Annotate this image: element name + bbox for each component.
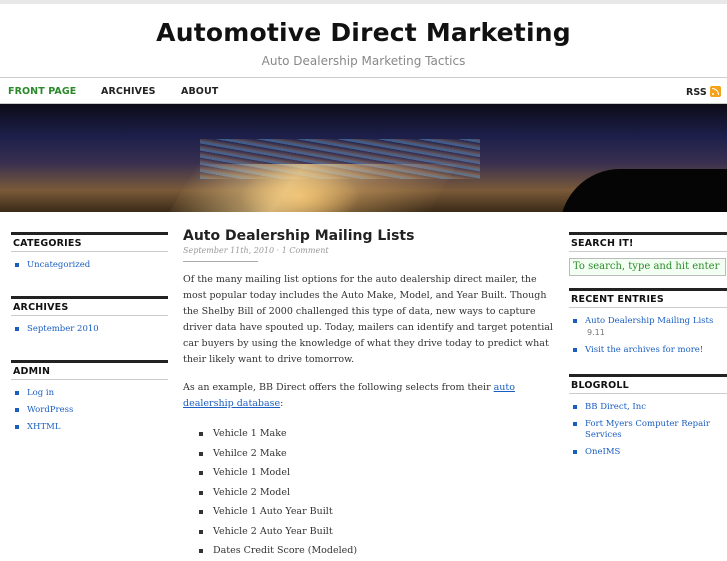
admin-login-link[interactable]: Log in: [11, 386, 168, 403]
rss-icon: [709, 86, 721, 97]
post-comments-link[interactable]: 1 Comment: [282, 246, 329, 255]
top-border: [0, 0, 727, 4]
widget-title: RECENT ENTRIES: [569, 288, 727, 308]
blogroll-link[interactable]: BB Direct, Inc: [569, 400, 727, 417]
blogroll-widget: BLOGROLL BB Direct, Inc Fort Myers Compu…: [569, 374, 727, 462]
widget-title: ADMIN: [11, 360, 168, 380]
list-item: Vehilce 2 Make: [199, 444, 558, 464]
banner-dashboard: [560, 169, 727, 212]
recent-entry-link[interactable]: Visit the archives for more!: [569, 343, 727, 360]
list-item: Vehicle 2 Model: [199, 483, 558, 503]
admin-widget: ADMIN Log in WordPress XHTML: [11, 360, 168, 437]
list-item: Vehicle 1 Model: [199, 463, 558, 483]
recent-entry-label: Auto Dealership Mailing Lists: [585, 316, 714, 326]
paragraph-text: As an example, BB Direct offers the foll…: [183, 382, 494, 393]
widget-title: SEARCH IT!: [569, 232, 727, 252]
nav-archives[interactable]: ARCHIVES: [101, 86, 156, 97]
widget-title: ARCHIVES: [11, 296, 168, 316]
archives-widget: ARCHIVES September 2010: [11, 296, 168, 339]
blogroll-link[interactable]: OneIMS: [569, 445, 727, 462]
archive-link[interactable]: September 2010: [11, 322, 168, 339]
post-article: Auto Dealership Mailing Lists September …: [183, 228, 558, 561]
list-item: Dates Credit Score (Modeled): [199, 541, 558, 561]
category-link[interactable]: Uncategorized: [11, 258, 168, 275]
site-description: Auto Dealership Marketing Tactics: [261, 54, 466, 68]
post-divider: [183, 261, 258, 262]
list-item: Vehicle 2 Auto Year Built: [199, 522, 558, 542]
categories-widget: CATEGORIES Uncategorized: [11, 232, 168, 275]
post-paragraph: Of the many mailing list options for the…: [183, 274, 553, 365]
admin-wordpress-link[interactable]: WordPress: [11, 403, 168, 420]
left-sidebar: CATEGORIES Uncategorized ARCHIVES Septem…: [11, 232, 168, 437]
post-body: Of the many mailing list options for the…: [183, 272, 558, 561]
widget-title: BLOGROLL: [569, 374, 727, 394]
post-paragraph: As an example, BB Direct offers the foll…: [183, 380, 558, 412]
widget-title: CATEGORIES: [11, 232, 168, 252]
search-widget: SEARCH IT! To search, type and hit enter: [569, 232, 727, 276]
recent-entry-label: Visit the archives for more!: [585, 345, 704, 355]
recent-entry-link[interactable]: Auto Dealership Mailing Lists 9.11: [569, 314, 727, 343]
header-banner-image: [0, 104, 727, 212]
rss-label: RSS: [686, 87, 707, 98]
selects-list: Vehicle 1 Make Vehilce 2 Make Vehicle 1 …: [183, 424, 558, 561]
list-item: Vehicle 1 Auto Year Built: [199, 502, 558, 522]
list-item: Vehicle 1 Make: [199, 424, 558, 444]
nav-about[interactable]: ABOUT: [181, 86, 218, 97]
post-meta: September 11th, 2010 · 1 Comment: [183, 246, 558, 255]
post-title[interactable]: Auto Dealership Mailing Lists: [183, 228, 558, 244]
nav-rss-link[interactable]: RSS: [686, 86, 721, 98]
post-date: September 11th, 2010: [183, 246, 275, 255]
site-title[interactable]: Automotive Direct Marketing: [0, 18, 727, 47]
blogroll-link[interactable]: Fort Myers Computer Repair Services: [569, 417, 727, 445]
main-nav: FRONT PAGE ARCHIVES ABOUT RSS: [0, 77, 727, 104]
recent-entries-widget: RECENT ENTRIES Auto Dealership Mailing L…: [569, 288, 727, 360]
admin-xhtml-link[interactable]: XHTML: [11, 420, 168, 437]
paragraph-suffix: :: [280, 398, 284, 409]
post-meta-separator: ·: [276, 246, 280, 255]
banner-road-glow: [162, 164, 458, 212]
recent-entry-date: 9.11: [587, 328, 605, 337]
nav-front-page[interactable]: FRONT PAGE: [8, 86, 76, 97]
search-input[interactable]: To search, type and hit enter: [569, 258, 726, 276]
right-sidebar: SEARCH IT! To search, type and hit enter…: [569, 232, 727, 462]
